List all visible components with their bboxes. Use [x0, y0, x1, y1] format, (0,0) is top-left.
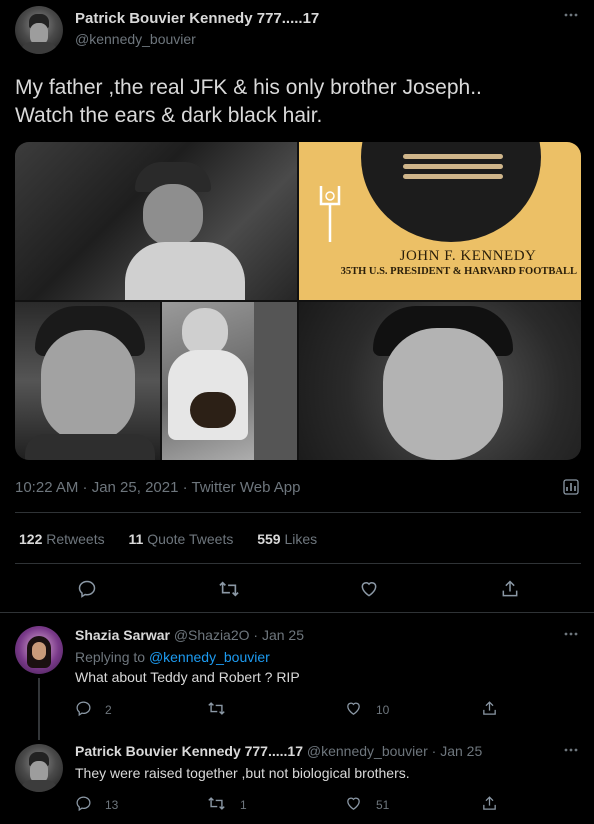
divider [0, 612, 594, 613]
tweet-media[interactable]: JOHN F. KENNEDY 35TH U.S. PRESIDENT & HA… [15, 142, 581, 460]
likes-count: 559 [257, 531, 281, 547]
replying-to: Replying to @kennedy_bouvier [75, 649, 270, 665]
like-count: 51 [376, 798, 390, 812]
more-icon[interactable] [563, 629, 579, 639]
author-avatar[interactable] [15, 6, 63, 54]
reply-author-handle[interactable]: @kennedy_bouvier [307, 743, 428, 759]
reply-author-name[interactable]: Shazia Sarwar [75, 627, 170, 643]
reply-icon[interactable] [75, 795, 92, 812]
reply-text: What about Teddy and Robert ? RIP [75, 669, 300, 685]
quotes-stat[interactable]: 11 Quote Tweets [129, 531, 238, 547]
reply-header: Shazia Sarwar @Shazia2O · Jan 25 [75, 627, 304, 643]
retweets-stat[interactable]: 122 Retweets [19, 531, 109, 547]
retweets-count: 122 [19, 531, 43, 547]
reply-avatar[interactable] [15, 744, 63, 792]
quotes-count: 11 [128, 531, 144, 547]
retweet-icon[interactable] [207, 700, 226, 717]
media-photo-portrait[interactable] [15, 302, 160, 460]
reply-count: 2 [105, 703, 112, 717]
thread-line [38, 678, 40, 740]
heart-icon[interactable] [359, 579, 379, 599]
reply-date[interactable]: · Jan 25 [432, 743, 483, 759]
more-icon[interactable] [563, 745, 579, 755]
reply-author-name[interactable]: Patrick Bouvier Kennedy 777.....17 [75, 743, 303, 759]
reply-text: They were raised together ,but not biolo… [75, 765, 410, 781]
replying-to-handle[interactable]: @kennedy_bouvier [149, 649, 270, 665]
share-icon[interactable] [481, 700, 498, 717]
tweet-timestamp[interactable]: 10:22 AM · Jan 25, 2021 · Twitter Web Ap… [15, 479, 300, 496]
retweet-icon[interactable] [218, 579, 240, 599]
author-handle[interactable]: @kennedy_bouvier [75, 31, 196, 47]
author-name[interactable]: Patrick Bouvier Kennedy 777.....17 [75, 10, 319, 27]
heart-icon[interactable] [345, 700, 362, 717]
tweet-stats: 122 Retweets 11 Quote Tweets 559 Likes [19, 531, 317, 547]
reply-date[interactable]: · Jan 25 [253, 627, 304, 643]
media-photo-brother[interactable] [299, 302, 581, 460]
divider [15, 563, 581, 564]
share-icon[interactable] [481, 795, 498, 812]
like-count: 10 [376, 703, 390, 717]
reply-author-handle[interactable]: @Shazia2O [174, 627, 250, 643]
media-photo-card[interactable]: JOHN F. KENNEDY 35TH U.S. PRESIDENT & HA… [299, 142, 581, 300]
retweets-label: Retweets [46, 531, 105, 547]
likes-stat[interactable]: 559 Likes [257, 531, 317, 547]
reply-header: Patrick Bouvier Kennedy 777.....17 @kenn… [75, 743, 482, 759]
retweet-count: 1 [240, 798, 247, 812]
retweet-icon[interactable] [207, 795, 226, 812]
media-photo-dog[interactable] [162, 302, 297, 460]
card-caption-name: JOHN F. KENNEDY [399, 248, 537, 264]
reply-icon[interactable] [77, 579, 97, 599]
tweet-text-line: My father ,the real JFK & his only broth… [15, 76, 482, 99]
divider [15, 512, 581, 513]
reply-avatar[interactable] [15, 626, 63, 674]
goalpost-icon [317, 184, 343, 249]
tweet-text: My father ,the real JFK & his only broth… [15, 74, 482, 130]
media-photo-sailor[interactable] [15, 142, 297, 300]
tweet-text-line: Watch the ears & dark black hair. [15, 104, 323, 127]
heart-icon[interactable] [345, 795, 362, 812]
replying-to-label: Replying to [75, 649, 146, 665]
more-icon[interactable] [563, 10, 579, 20]
analytics-icon[interactable] [563, 477, 579, 497]
quotes-label: Quote Tweets [147, 531, 234, 547]
likes-label: Likes [284, 531, 318, 547]
share-icon[interactable] [500, 579, 520, 599]
card-caption-title: 35TH U.S. PRESIDENT & HARVARD FOOTBALL [340, 266, 577, 277]
reply-icon[interactable] [75, 700, 92, 717]
reply-count: 13 [105, 798, 119, 812]
